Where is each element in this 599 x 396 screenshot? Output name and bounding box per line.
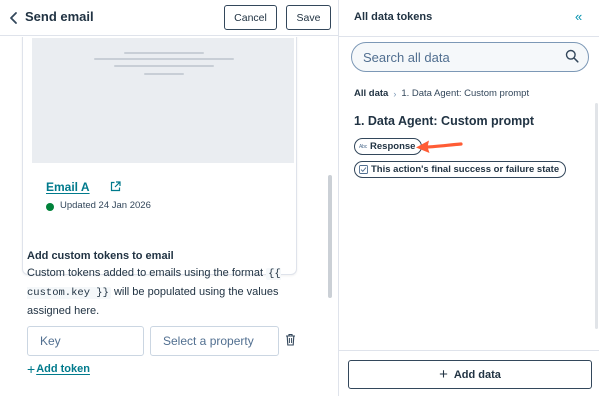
back-chevron-icon[interactable]	[7, 9, 21, 27]
page-title: Send email	[25, 9, 94, 24]
email-name-link[interactable]: Email A	[46, 180, 90, 194]
plus-icon: +	[27, 361, 36, 377]
breadcrumb: All data › 1. Data Agent: Custom prompt	[354, 88, 529, 99]
save-button[interactable]: Save	[286, 5, 331, 30]
custom-tokens-description: Custom tokens added to emails using the …	[27, 267, 281, 317]
panel-header: Send email Cancel Save	[0, 0, 338, 36]
scrollbar[interactable]	[595, 103, 598, 329]
panel-footer: + Add data	[339, 350, 599, 396]
pointer-arrow-icon	[416, 140, 463, 153]
updated-date: Updated 24 Jan 2026	[60, 200, 151, 211]
cancel-button[interactable]: Cancel	[224, 5, 277, 30]
breadcrumb-root[interactable]: All data	[354, 88, 388, 99]
add-data-button[interactable]: + Add data	[348, 360, 592, 389]
email-preview-thumbnail	[32, 38, 294, 163]
search-input[interactable]: Search all data	[351, 42, 589, 72]
checkbox-type-icon	[359, 165, 368, 174]
plus-icon: +	[439, 366, 448, 383]
scrollbar[interactable]	[328, 175, 332, 298]
text-type-icon: Abc	[359, 143, 368, 150]
token-group-title: 1. Data Agent: Custom prompt	[354, 114, 535, 128]
chevron-right-icon: ›	[393, 88, 397, 99]
custom-tokens-title: Add custom tokens to email	[27, 250, 174, 262]
search-icon[interactable]	[565, 49, 579, 63]
email-card: Email A Updated 24 Jan 2026	[22, 37, 297, 275]
key-input[interactable]: Key	[27, 326, 144, 356]
breadcrumb-current: 1. Data Agent: Custom prompt	[401, 88, 530, 99]
data-tokens-panel: All data tokens « Search all data All da…	[338, 0, 599, 396]
property-select[interactable]: Select a property	[150, 326, 279, 356]
panel-title: All data tokens	[354, 11, 433, 23]
left-scroll-area: Email A Updated 24 Jan 2026 Add custom t…	[0, 37, 338, 396]
status-dot	[46, 203, 54, 211]
double-chevron-left-icon[interactable]: «	[575, 9, 582, 24]
token-chip-state[interactable]: This action's final success or failure s…	[354, 161, 567, 178]
add-token-button[interactable]: + Add token	[27, 361, 90, 377]
divider	[339, 36, 599, 37]
delete-icon[interactable]	[285, 333, 296, 346]
external-link-icon[interactable]	[110, 181, 121, 192]
send-email-panel: Send email Cancel Save Email A Updated 2…	[0, 0, 338, 396]
